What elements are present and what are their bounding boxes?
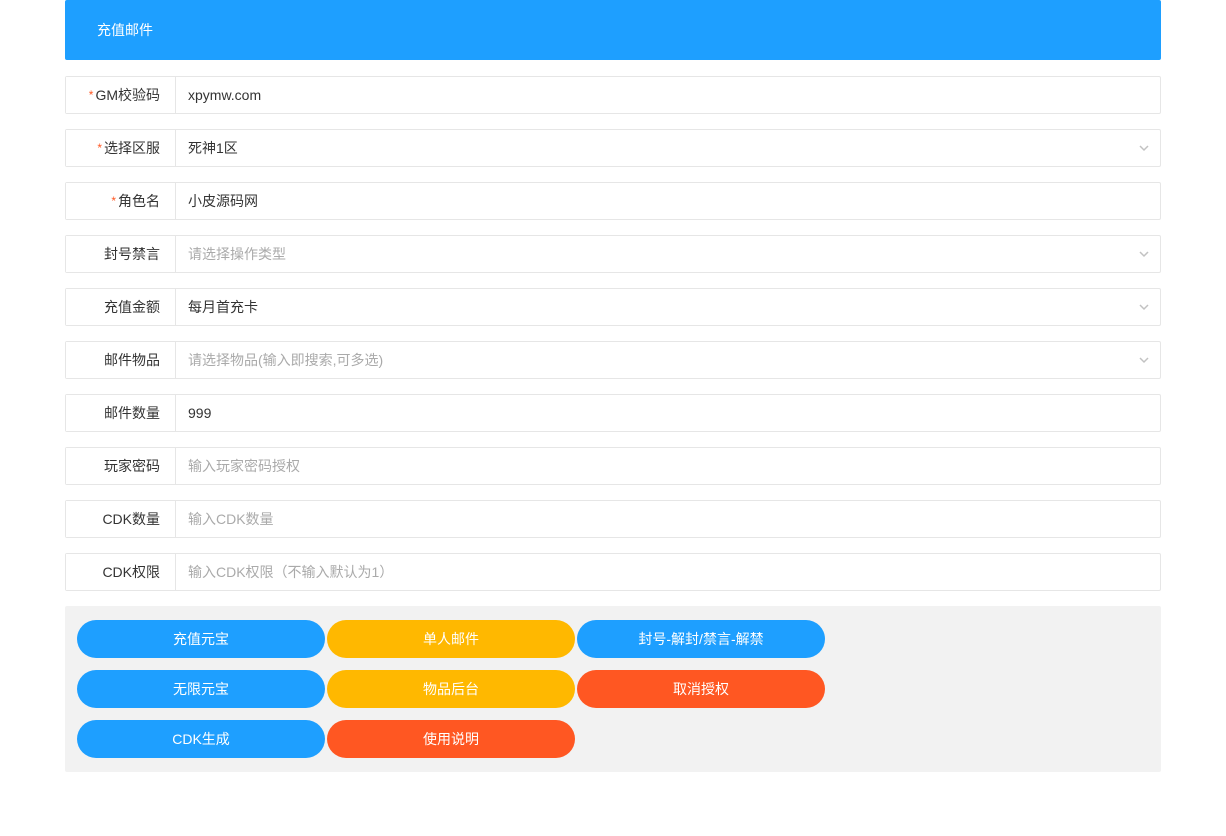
usage-instructions-button[interactable]: 使用说明 — [327, 720, 575, 758]
required-marker: * — [89, 88, 94, 102]
ban-mute-label: 封号禁言 — [66, 236, 176, 272]
unlimited-yuanbao-button[interactable]: 无限元宝 — [77, 670, 325, 708]
cdk-permission-label: CDK权限 — [66, 554, 176, 590]
cdk-quantity-input[interactable] — [176, 501, 1160, 537]
gm-code-row: * GM校验码 — [65, 76, 1161, 114]
button-area: 充值元宝 单人邮件 封号-解封/禁言-解禁 无限元宝 物品后台 取消授权 CDK… — [65, 606, 1161, 772]
single-mail-button[interactable]: 单人邮件 — [327, 620, 575, 658]
server-select[interactable]: 死神1区 — [176, 130, 1160, 166]
role-name-label: * 角色名 — [66, 183, 176, 219]
server-label: * 选择区服 — [66, 130, 176, 166]
recharge-amount-row: 充值金额 每月首充卡 — [65, 288, 1161, 326]
role-name-input[interactable] — [176, 183, 1160, 219]
cdk-quantity-label: CDK数量 — [66, 501, 176, 537]
ban-mute-select[interactable]: 请选择操作类型 — [176, 236, 1160, 272]
mail-quantity-input[interactable] — [176, 395, 1160, 431]
cancel-auth-button[interactable]: 取消授权 — [577, 670, 825, 708]
player-password-row: 玩家密码 — [65, 447, 1161, 485]
cdk-generate-button[interactable]: CDK生成 — [77, 720, 325, 758]
ban-mute-row: 封号禁言 请选择操作类型 — [65, 235, 1161, 273]
player-password-label: 玩家密码 — [66, 448, 176, 484]
mail-items-row: 邮件物品 请选择物品(输入即搜索,可多选) — [65, 341, 1161, 379]
mail-items-label: 邮件物品 — [66, 342, 176, 378]
mail-quantity-row: 邮件数量 — [65, 394, 1161, 432]
required-marker: * — [97, 141, 102, 155]
cdk-permission-row: CDK权限 — [65, 553, 1161, 591]
cdk-quantity-row: CDK数量 — [65, 500, 1161, 538]
gm-code-input[interactable] — [176, 77, 1160, 113]
player-password-input[interactable] — [176, 448, 1160, 484]
recharge-amount-select[interactable]: 每月首充卡 — [176, 289, 1160, 325]
recharge-yuanbao-button[interactable]: 充值元宝 — [77, 620, 325, 658]
item-backend-button[interactable]: 物品后台 — [327, 670, 575, 708]
role-name-row: * 角色名 — [65, 182, 1161, 220]
mail-items-select[interactable]: 请选择物品(输入即搜索,可多选) — [176, 342, 1160, 378]
required-marker: * — [111, 194, 116, 208]
ban-unban-button[interactable]: 封号-解封/禁言-解禁 — [577, 620, 825, 658]
page-header: 充值邮件 — [65, 0, 1161, 60]
mail-quantity-label: 邮件数量 — [66, 395, 176, 431]
server-row: * 选择区服 死神1区 — [65, 129, 1161, 167]
recharge-amount-label: 充值金额 — [66, 289, 176, 325]
cdk-permission-input[interactable] — [176, 554, 1160, 590]
gm-code-label: * GM校验码 — [66, 77, 176, 113]
page-title: 充值邮件 — [97, 20, 153, 40]
